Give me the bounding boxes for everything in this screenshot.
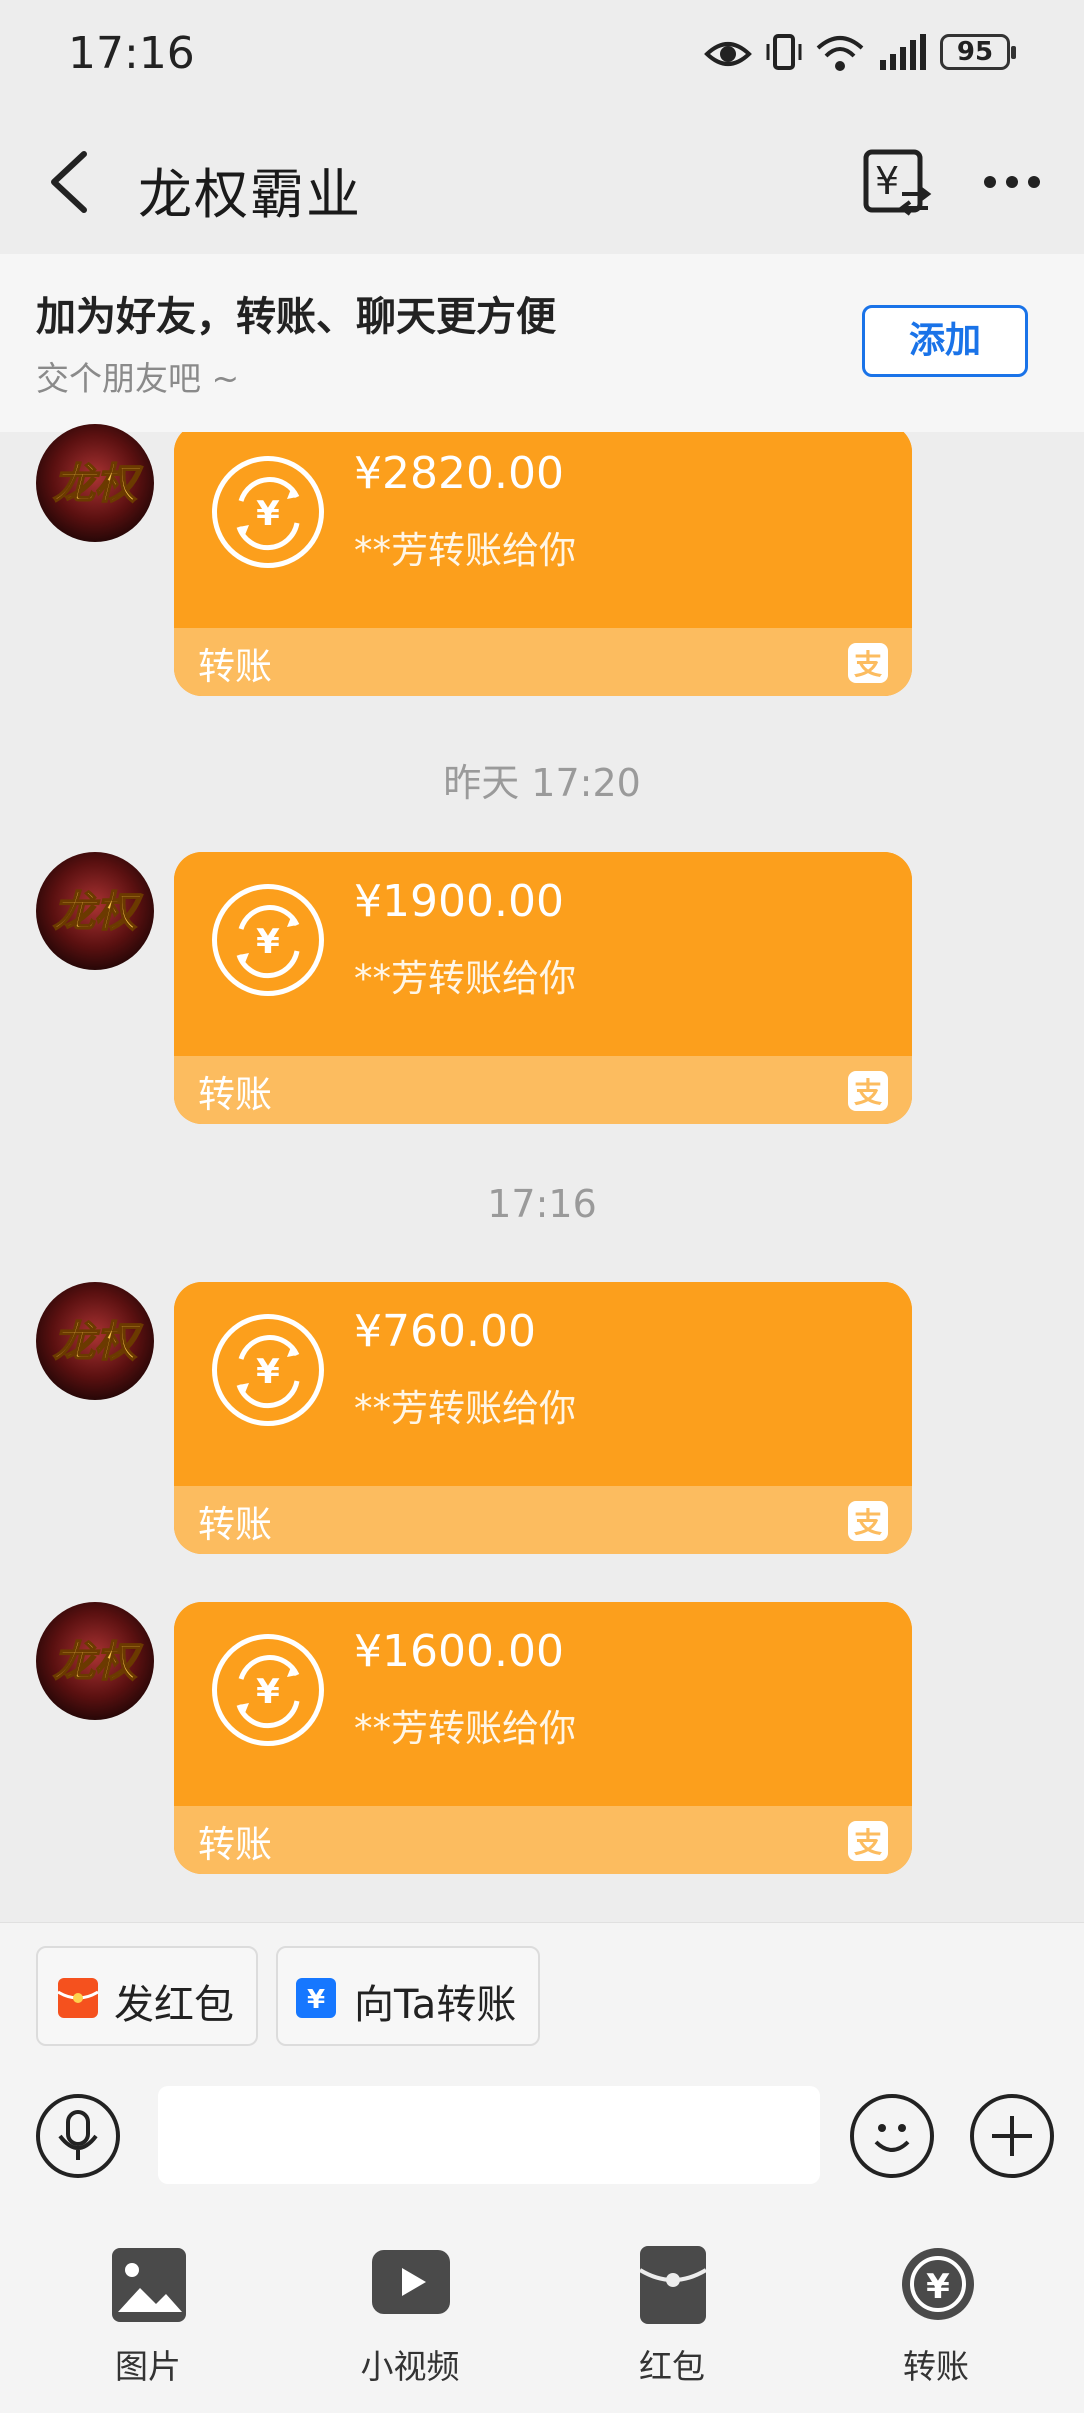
card-footer: [174, 1806, 912, 1874]
transfer-from: **芳转账给你: [354, 529, 576, 572]
voice-input-button[interactable]: [36, 2094, 120, 2178]
svg-text:¥: ¥: [256, 494, 280, 534]
tool-image-label: 图片: [115, 2347, 181, 2386]
image-icon: [112, 2248, 186, 2322]
transfer-amount: ¥1600.00: [354, 1626, 564, 1677]
alipay-icon: 支: [848, 1501, 888, 1541]
svg-text:¥: ¥: [256, 922, 280, 962]
avatar[interactable]: 龙权: [36, 1602, 154, 1720]
tool-transfer-label: 转账: [903, 2347, 969, 2386]
banner-subtitle: 交个朋友吧 ~: [36, 359, 240, 398]
plus-icon: [992, 2116, 1032, 2156]
svg-text:支: 支: [854, 648, 882, 681]
timestamp: 昨天 17:20: [443, 761, 641, 805]
transfer-from: **芳转账给你: [354, 1707, 576, 1750]
transfer-card[interactable]: ¥ ¥760.00 **芳转账给你 转账 支: [174, 1282, 912, 1554]
tool-red-packet[interactable]: 红包: [582, 2238, 762, 2388]
tool-video[interactable]: 小视频: [320, 2238, 500, 2388]
svg-text:支: 支: [854, 1506, 882, 1539]
transfer-coin-icon: ¥: [212, 1314, 324, 1426]
svg-text:¥: ¥: [256, 1352, 280, 1392]
vibrate-icon: [766, 34, 802, 70]
dragon-avatar-icon: 龙权: [36, 852, 154, 970]
svg-text:¥: ¥: [926, 2267, 950, 2307]
transfer-label: 转账: [198, 1823, 272, 1866]
svg-text:龙权: 龙权: [53, 1317, 143, 1366]
svg-text:¥: ¥: [256, 1672, 280, 1712]
red-packet-icon: [58, 1978, 98, 2018]
transfer-record-icon[interactable]: ¥: [862, 148, 932, 218]
page-title: 龙权霸业: [138, 163, 362, 226]
battery-indicator: 95: [940, 34, 1016, 70]
svg-text:龙权: 龙权: [53, 887, 143, 936]
transfer-amount: ¥2820.00: [354, 448, 564, 499]
transfer-amount: ¥760.00: [354, 1306, 536, 1357]
transfer-ticket-icon: ¥: [296, 1978, 336, 2018]
transfer-label: 转账: [198, 1503, 272, 1546]
transfer-card[interactable]: ¥ ¥1600.00 **芳转账给你 转账 支: [174, 1602, 912, 1874]
svg-text:¥: ¥: [875, 159, 899, 203]
transfer-to-label: 向Ta转账: [354, 1982, 517, 2028]
banner-title: 加为好友，转账、聊天更方便: [36, 294, 556, 340]
red-packet-icon: [640, 2246, 706, 2324]
transfer-from: **芳转账给你: [354, 1387, 576, 1430]
more-options-icon[interactable]: [982, 168, 1042, 196]
back-arrow-icon[interactable]: [44, 150, 94, 214]
tool-transfer[interactable]: ¥ 转账: [846, 2238, 1026, 2388]
card-footer: [174, 1486, 912, 1554]
message-input[interactable]: [158, 2086, 820, 2184]
eye-icon: [704, 42, 752, 66]
alipay-icon: 支: [848, 1821, 888, 1861]
transfer-coin-icon: ¥: [212, 456, 324, 568]
alipay-icon: 支: [848, 643, 888, 683]
transfer-label: 转账: [198, 1073, 272, 1116]
svg-text:¥: ¥: [307, 1985, 325, 2015]
transfer-from: **芳转账给你: [354, 957, 576, 1000]
alipay-icon: 支: [848, 1071, 888, 1111]
dragon-avatar-icon: 龙权: [36, 1282, 154, 1400]
tool-image[interactable]: 图片: [58, 2238, 238, 2388]
card-footer: [174, 1056, 912, 1124]
svg-text:支: 支: [854, 1826, 882, 1859]
smiley-icon: [874, 2124, 910, 2152]
svg-text:龙权: 龙权: [53, 1637, 143, 1686]
transfer-to-button[interactable]: ¥ 向Ta转账: [276, 1946, 540, 2046]
send-red-packet-button[interactable]: 发红包: [36, 1946, 258, 2046]
microphone-icon: [58, 2110, 98, 2160]
avatar[interactable]: 龙权: [36, 852, 154, 970]
transfer-label: 转账: [198, 645, 272, 688]
dragon-avatar-icon: 龙权: [36, 1602, 154, 1720]
signal-icon: [880, 34, 926, 70]
transfer-card[interactable]: ¥ ¥1900.00 **芳转账给你 转账 支: [174, 852, 912, 1124]
send-red-packet-label: 发红包: [114, 1982, 234, 2028]
video-camera-icon: [372, 2250, 450, 2314]
more-actions-button[interactable]: [970, 2094, 1054, 2178]
transfer-icon: ¥: [902, 2248, 974, 2320]
message-clip: ¥ ¥2820.00 **芳转账给你 转账 支: [0, 432, 1084, 696]
add-friend-button[interactable]: 添加: [862, 305, 1028, 377]
tool-red-packet-label: 红包: [639, 2347, 705, 2386]
wifi-icon: [816, 36, 864, 71]
transfer-card[interactable]: ¥ ¥2820.00 **芳转账给你 转账 支: [174, 432, 912, 696]
avatar[interactable]: 龙权: [36, 1282, 154, 1400]
transfer-coin-icon: ¥: [212, 884, 324, 996]
emoji-button[interactable]: [850, 2094, 934, 2178]
tool-video-label: 小视频: [360, 2347, 460, 2386]
transfer-coin-icon: ¥: [212, 1634, 324, 1746]
svg-text:支: 支: [854, 1076, 882, 1109]
status-time: 17:16: [68, 28, 195, 79]
card-footer: [174, 628, 912, 696]
transfer-amount: ¥1900.00: [354, 876, 564, 927]
timestamp: 17:16: [487, 1182, 597, 1226]
